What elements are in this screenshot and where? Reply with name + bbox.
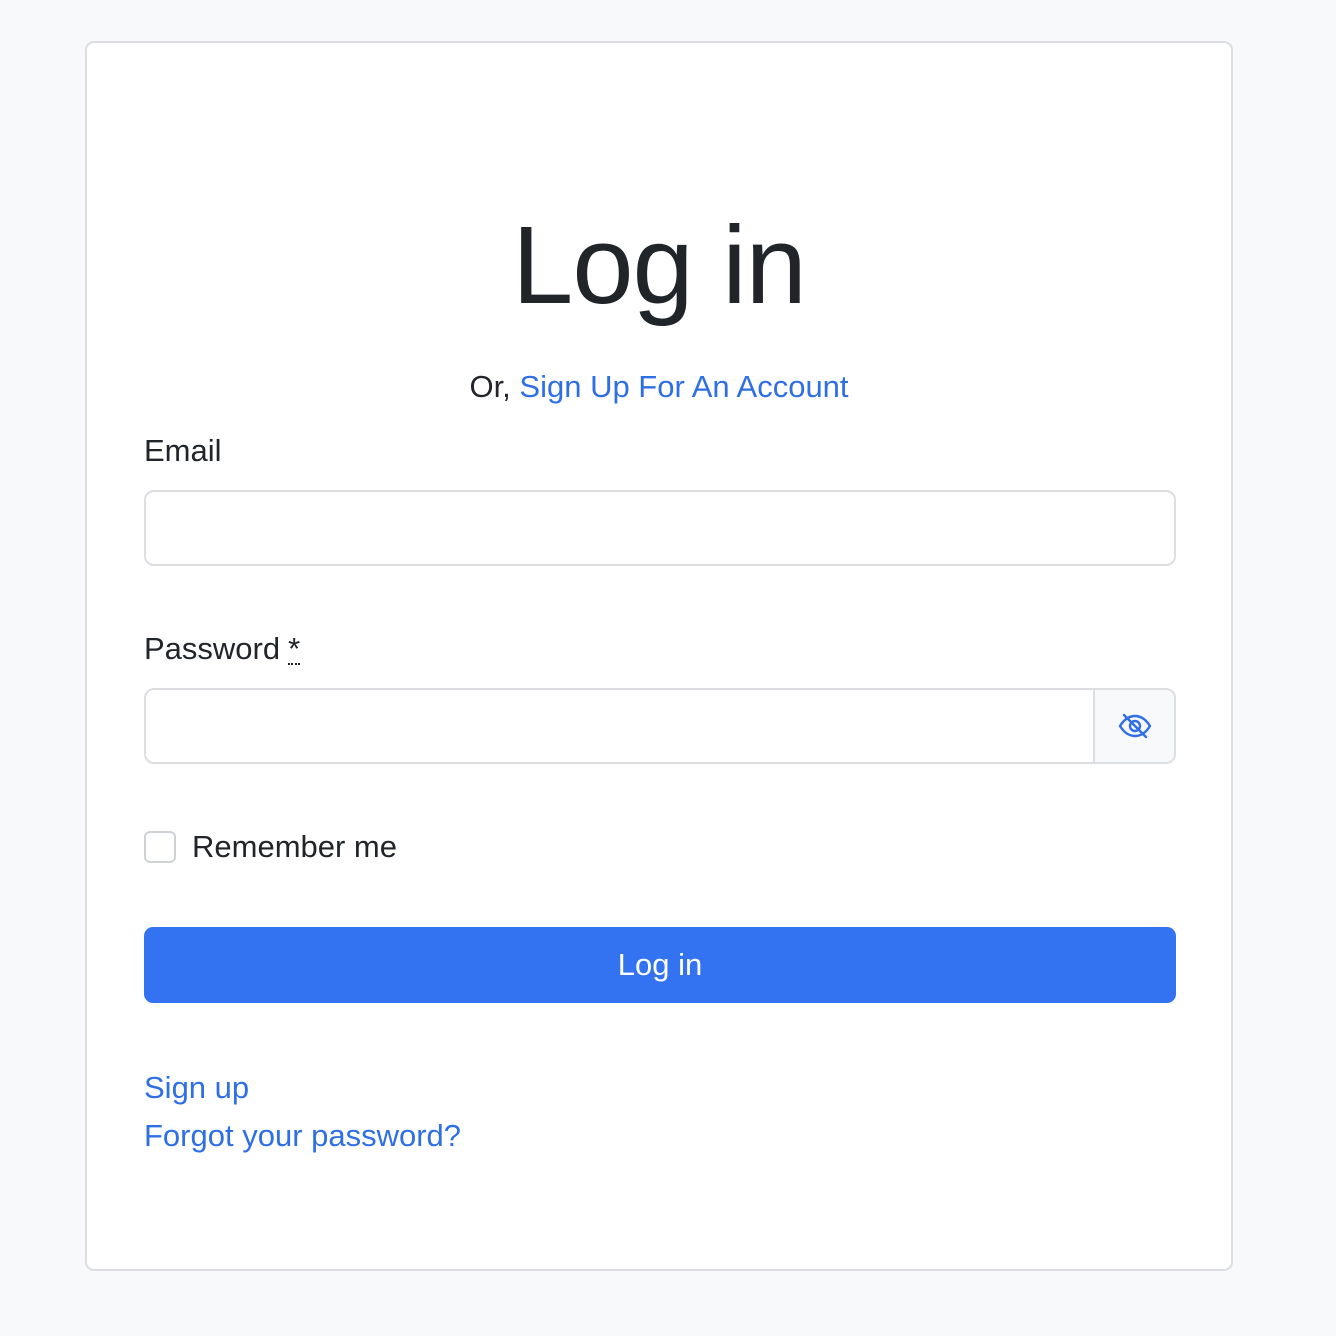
page-title: Log in — [512, 204, 807, 327]
password-visibility-toggle[interactable] — [1093, 688, 1176, 764]
sign-up-account-link[interactable]: Sign Up For An Account — [519, 369, 848, 404]
forgot-password-link[interactable]: Forgot your password? — [144, 1112, 461, 1160]
password-label: Password * — [144, 630, 301, 667]
subtitle: Or, Sign Up For An Account — [87, 368, 1231, 405]
subtitle-prefix: Or, — [469, 369, 520, 404]
sign-up-link[interactable]: Sign up — [144, 1064, 461, 1112]
email-label: Email — [144, 433, 222, 468]
eye-slash-icon — [1118, 713, 1151, 739]
login-button[interactable]: Log in — [144, 927, 1176, 1003]
email-field[interactable] — [144, 490, 1176, 566]
password-field[interactable] — [144, 688, 1093, 764]
remember-me-checkbox[interactable] — [144, 830, 176, 863]
remember-me-label[interactable]: Remember me — [192, 828, 397, 865]
password-label-text: Password — [144, 631, 281, 666]
remember-me-row: Remember me — [144, 828, 397, 865]
required-marker: * — [288, 631, 301, 666]
password-input-group — [144, 688, 1176, 764]
footer-links: Sign up Forgot your password? — [144, 1064, 461, 1160]
